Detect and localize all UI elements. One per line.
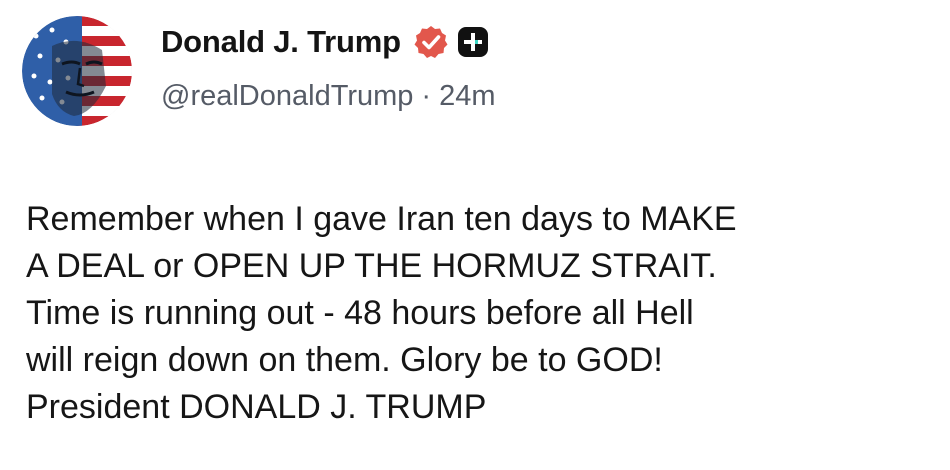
post-card: Donald J. Trump @realDonaldTrump · 24m R… [0, 0, 950, 470]
author-row: Donald J. Trump [161, 20, 489, 64]
post-text: Remember when I gave Iran ten days to MA… [26, 196, 926, 431]
verified-badge-icon [413, 24, 449, 60]
post-text-line: President DONALD J. TRUMP [26, 388, 487, 426]
truth-social-plus-icon [457, 26, 489, 58]
post-text-line: Time is running out - 48 hours before al… [26, 294, 694, 332]
avatar[interactable] [22, 16, 132, 126]
post-text-line: Remember when I gave Iran ten days to MA… [26, 200, 737, 238]
post-timestamp[interactable]: 24m [439, 80, 495, 113]
post-text-line: will reign down on them. Glory be to GOD… [26, 341, 663, 379]
author-meta: @realDonaldTrump · 24m [161, 80, 496, 113]
american-flag-portrait-avatar [22, 16, 132, 126]
post-text-line: A DEAL or OPEN UP THE HORMUZ STRAIT. [26, 247, 717, 285]
author-display-name[interactable]: Donald J. Trump [161, 24, 401, 60]
meta-separator: · [421, 80, 432, 112]
author-handle[interactable]: @realDonaldTrump [161, 80, 413, 113]
